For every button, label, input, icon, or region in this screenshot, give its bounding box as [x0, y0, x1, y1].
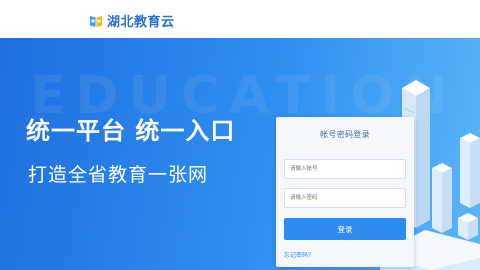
- hero-banner: EDUCATION 统一平台 统一入口 打造全省教育一张网 帐号密码登录 登录 …: [0, 38, 480, 270]
- login-title: 帐号密码登录: [320, 130, 370, 139]
- site-logo[interactable]: 湖北教育云: [88, 11, 175, 30]
- forgot-password-link[interactable]: 忘记密码?: [284, 250, 311, 259]
- username-input[interactable]: [284, 159, 406, 179]
- hero-headline: 统一平台 统一入口: [26, 117, 236, 145]
- password-input[interactable]: [284, 188, 406, 208]
- hero-subline: 打造全省教育一张网: [28, 164, 209, 186]
- login-card: 帐号密码登录 登录 忘记密码?: [276, 117, 414, 267]
- login-button[interactable]: 登录: [284, 218, 406, 240]
- book-cloud-icon: [90, 15, 102, 27]
- site-name: 湖北教育云: [107, 15, 175, 30]
- top-bar: 湖北教育云: [0, 0, 480, 38]
